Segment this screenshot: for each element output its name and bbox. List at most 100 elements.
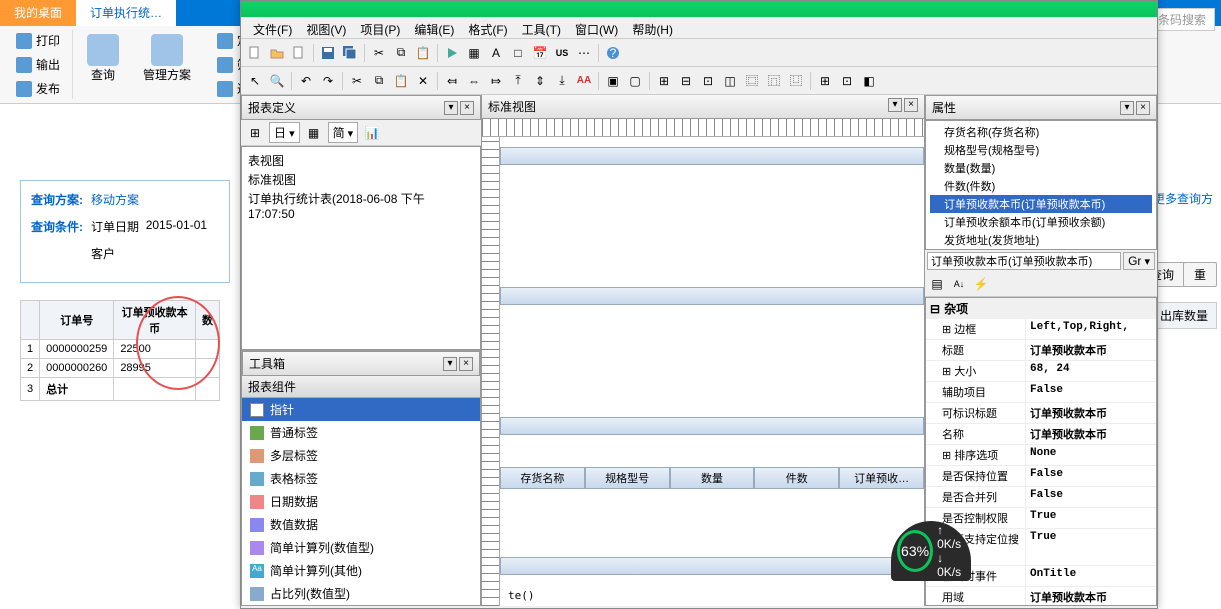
toolbox-category[interactable]: 报表组件 bbox=[242, 376, 480, 398]
more-icon[interactable]: ⋯ bbox=[574, 43, 594, 63]
property-row[interactable]: 是否合并列False bbox=[926, 487, 1156, 508]
field-tree-item[interactable]: 订单预收款本币(订单预收款本币) bbox=[930, 195, 1152, 213]
col-spec[interactable]: 规格型号 bbox=[585, 467, 670, 489]
band-footer[interactable] bbox=[500, 557, 924, 575]
saveall-icon[interactable] bbox=[340, 43, 360, 63]
close-icon[interactable]: × bbox=[1136, 101, 1150, 115]
prop-value[interactable]: 订单预收款本币 bbox=[1026, 587, 1156, 606]
print-button[interactable]: 打印 bbox=[12, 30, 64, 51]
dropdown-icon[interactable]: ▾ bbox=[888, 98, 902, 112]
property-row[interactable]: 是否保持位置False bbox=[926, 466, 1156, 487]
prop-value[interactable]: 订单预收款本币 bbox=[1026, 424, 1156, 444]
grid-icon[interactable]: ▦ bbox=[464, 43, 484, 63]
jian-select[interactable]: 简 ▾ bbox=[328, 122, 359, 143]
close-icon[interactable]: × bbox=[459, 357, 473, 371]
label-icon[interactable]: A bbox=[486, 43, 506, 63]
property-row[interactable]: ⊞ 排序选项None bbox=[926, 445, 1156, 466]
table-row[interactable]: 1000000025922500 bbox=[21, 340, 220, 359]
w5-icon[interactable]: ⿴ bbox=[742, 71, 762, 91]
table-row[interactable]: 2000000026028995 bbox=[21, 359, 220, 378]
form-icon[interactable]: □ bbox=[508, 43, 528, 63]
menu-format[interactable]: 格式(F) bbox=[462, 19, 513, 36]
menu-help[interactable]: 帮助(H) bbox=[626, 19, 679, 36]
col-order[interactable]: 订单号 bbox=[40, 301, 114, 340]
prop-category[interactable]: ⊟杂项 bbox=[926, 298, 1156, 319]
ri-select[interactable]: 日 ▾ bbox=[269, 122, 300, 143]
property-row[interactable]: 辅助项目False bbox=[926, 382, 1156, 403]
field-tree-item[interactable]: 规格型号(规格型号) bbox=[930, 141, 1152, 159]
g3-icon[interactable]: ◧ bbox=[859, 71, 879, 91]
field-tree[interactable]: 存货名称(存货名称)规格型号(规格型号)数量(数量)件数(件数)订单预收款本币(… bbox=[925, 120, 1157, 250]
us-icon[interactable]: US bbox=[552, 43, 572, 63]
prop-value[interactable]: Left,Top,Right, bbox=[1026, 319, 1156, 339]
prop-value[interactable]: False bbox=[1026, 487, 1156, 507]
open-icon[interactable] bbox=[267, 43, 287, 63]
pin-icon[interactable]: ▾ bbox=[1120, 101, 1134, 115]
align-left-icon[interactable]: ⤆ bbox=[442, 71, 462, 91]
property-row[interactable]: 标题订单预收款本币 bbox=[926, 340, 1156, 361]
menu-view[interactable]: 视图(V) bbox=[300, 19, 352, 36]
align-mid-icon[interactable]: ⇕ bbox=[530, 71, 550, 91]
col-stock[interactable]: 存货名称 bbox=[500, 467, 585, 489]
band-section2[interactable] bbox=[500, 417, 924, 435]
delete-icon[interactable]: ✕ bbox=[413, 71, 433, 91]
field-tree-item[interactable]: 发货地址(发货地址) bbox=[930, 231, 1152, 249]
copy-icon[interactable]: ⧉ bbox=[391, 43, 411, 63]
w2-icon[interactable]: ⊟ bbox=[676, 71, 696, 91]
col-prepay[interactable]: 订单预收… bbox=[839, 467, 924, 489]
tree-item[interactable]: 订单执行统计表(2018-06-08 下午 17:07:50 bbox=[248, 189, 474, 222]
w4-icon[interactable]: ◫ bbox=[720, 71, 740, 91]
menu-window[interactable]: 窗口(W) bbox=[569, 19, 624, 36]
w3-icon[interactable]: ⊡ bbox=[698, 71, 718, 91]
barcode-search[interactable]: 条码搜索 bbox=[1149, 8, 1215, 31]
toolbox-date[interactable]: 日期数据 bbox=[242, 490, 480, 513]
prop-value[interactable]: None bbox=[1026, 445, 1156, 465]
field-tree-item[interactable]: 订单预收余额本币(订单预收余额) bbox=[930, 213, 1152, 231]
property-row[interactable]: ⊞ 大小68, 24 bbox=[926, 361, 1156, 382]
type-dropdown[interactable]: Gr ▾ bbox=[1123, 252, 1155, 270]
selected-field-input[interactable] bbox=[927, 252, 1121, 270]
g1-icon[interactable]: ⊞ bbox=[815, 71, 835, 91]
reset-button[interactable]: 重 bbox=[1183, 262, 1217, 287]
help-icon[interactable]: ? bbox=[603, 43, 623, 63]
close-icon[interactable]: × bbox=[460, 101, 474, 115]
more-query[interactable]: 更多查询方 bbox=[1153, 190, 1213, 207]
band-header[interactable] bbox=[500, 147, 924, 165]
front-icon[interactable]: ▣ bbox=[603, 71, 623, 91]
toolbox-ratio[interactable]: 占比列(数值型) bbox=[242, 582, 480, 605]
tree-icon[interactable]: ⊞ bbox=[245, 123, 265, 143]
chart-icon[interactable]: 📊 bbox=[362, 123, 382, 143]
property-row[interactable]: 可标识标题订单预收款本币 bbox=[926, 403, 1156, 424]
publish-button[interactable]: 发布 bbox=[12, 78, 64, 99]
tab-desktop[interactable]: 我的桌面 bbox=[0, 0, 76, 26]
tree-item[interactable]: 标准视图 bbox=[248, 170, 474, 189]
plan-value[interactable]: 移动方案 bbox=[91, 191, 139, 208]
w7-icon[interactable]: ⿶ bbox=[786, 71, 806, 91]
pin-icon[interactable]: ▾ bbox=[444, 101, 458, 115]
toolbox-label[interactable]: 普通标签 bbox=[242, 421, 480, 444]
out-qty-col[interactable]: 出库数量 bbox=[1151, 302, 1217, 329]
redo-icon[interactable]: ↷ bbox=[318, 71, 338, 91]
menu-tools[interactable]: 工具(T) bbox=[516, 19, 567, 36]
prop-value[interactable]: 订单预收款本币 bbox=[1026, 340, 1156, 360]
events-icon[interactable]: ⚡ bbox=[971, 274, 991, 294]
toolbox-calcother[interactable]: Aa简单计算列(其他) bbox=[242, 559, 480, 582]
query-button[interactable]: 查询 bbox=[77, 30, 129, 99]
toolbox-number[interactable]: 数值数据 bbox=[242, 513, 480, 536]
col-qty[interactable]: 数量 bbox=[670, 467, 755, 489]
run-icon[interactable] bbox=[442, 43, 462, 63]
property-row[interactable]: 名称订单预收款本币 bbox=[926, 424, 1156, 445]
band-section[interactable] bbox=[500, 287, 924, 305]
w6-icon[interactable]: ⿵ bbox=[764, 71, 784, 91]
prop-value[interactable]: False bbox=[1026, 382, 1156, 402]
cat-icon[interactable]: ▤ bbox=[927, 274, 947, 294]
save-icon[interactable] bbox=[318, 43, 338, 63]
new-icon[interactable] bbox=[245, 43, 265, 63]
prop-value[interactable]: True bbox=[1026, 508, 1156, 528]
prop-value[interactable]: 订单预收款本币 bbox=[1026, 403, 1156, 423]
align-center-icon[interactable]: ⇔ bbox=[464, 71, 484, 91]
back-icon[interactable]: ▢ bbox=[625, 71, 645, 91]
w1-icon[interactable]: ⊞ bbox=[654, 71, 674, 91]
g2-icon[interactable]: ⊡ bbox=[837, 71, 857, 91]
copy2-icon[interactable]: ⧉ bbox=[369, 71, 389, 91]
